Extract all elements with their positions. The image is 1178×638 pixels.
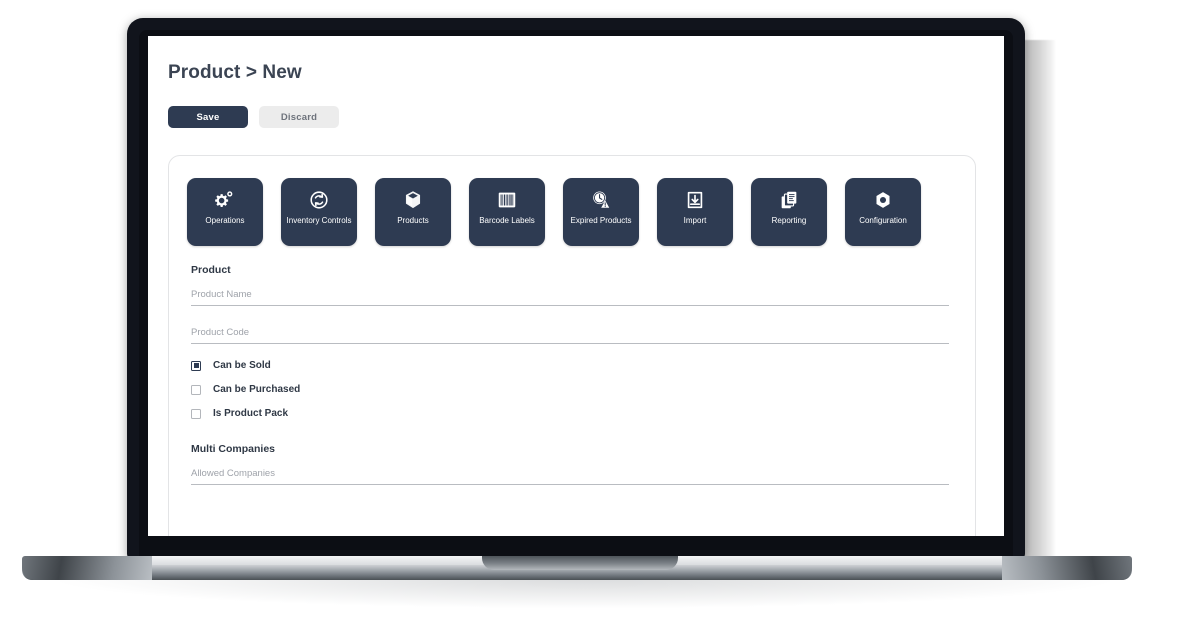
tile-label: Expired Products [570, 216, 632, 225]
tile-barcode-labels[interactable]: Barcode Labels [469, 178, 545, 246]
product-code-input[interactable] [191, 323, 949, 344]
can-be-purchased-checkbox[interactable] [191, 384, 201, 395]
product-name-input[interactable] [191, 285, 949, 306]
tile-label: Operations [205, 216, 245, 225]
checkbox-label: Can be Purchased [213, 384, 301, 395]
product-name-field[interactable] [191, 284, 957, 306]
tile-import[interactable]: Import [657, 178, 733, 246]
screenshot-stage: Product > New Save Discard Operations In… [0, 0, 1178, 638]
barcode-icon [495, 188, 519, 212]
sync-circle-icon [307, 188, 331, 212]
laptop-base-right-edge [1002, 556, 1132, 580]
download-tray-icon [683, 188, 707, 212]
page-title: Product > New [168, 62, 302, 83]
clock-warning-icon [589, 188, 613, 212]
app-page: Product > New Save Discard Operations In… [148, 36, 1004, 536]
laptop-side-shadow [1022, 40, 1056, 558]
product-flags-list: Can be Sold Can be Purchased Is Product … [191, 360, 957, 419]
module-tile-strip: Operations Inventory Controls Products B… [187, 178, 957, 246]
tile-inventory-controls[interactable]: Inventory Controls [281, 178, 357, 246]
laptop-screen: Product > New Save Discard Operations In… [148, 36, 1004, 536]
product-section-heading: Product [191, 264, 231, 276]
laptop-base-notch [482, 556, 678, 570]
checkbox-row-can-be-sold[interactable]: Can be Sold [191, 360, 957, 371]
tile-products[interactable]: Products [375, 178, 451, 246]
laptop-base-left-edge [22, 556, 152, 580]
checkbox-row-is-product-pack[interactable]: Is Product Pack [191, 408, 957, 419]
tile-label: Configuration [859, 216, 907, 225]
tile-label: Barcode Labels [479, 216, 535, 225]
laptop-ground-shadow [60, 578, 1110, 608]
hex-nut-icon [871, 188, 895, 212]
save-button[interactable]: Save [168, 106, 248, 128]
tile-operations[interactable]: Operations [187, 178, 263, 246]
product-code-field[interactable] [191, 322, 957, 344]
tile-expired-products[interactable]: Expired Products [563, 178, 639, 246]
discard-button[interactable]: Discard [259, 106, 339, 128]
tile-configuration[interactable]: Configuration [845, 178, 921, 246]
checkbox-label: Can be Sold [213, 360, 271, 371]
tile-label: Reporting [771, 216, 807, 225]
tile-reporting[interactable]: Reporting [751, 178, 827, 246]
action-button-row: Save Discard [168, 106, 980, 128]
allowed-companies-input[interactable] [191, 464, 949, 485]
multi-companies-heading: Multi Companies [191, 443, 276, 455]
is-product-pack-checkbox[interactable] [191, 408, 201, 419]
documents-stack-icon [777, 188, 801, 212]
can-be-sold-checkbox[interactable] [191, 360, 201, 371]
checkbox-label: Is Product Pack [213, 408, 289, 419]
tile-label: Inventory Controls [286, 216, 352, 225]
checkbox-row-can-be-purchased[interactable]: Can be Purchased [191, 384, 957, 395]
tile-label: Import [683, 216, 707, 225]
tile-label: Products [397, 216, 429, 225]
form-sheet: Operations Inventory Controls Products B… [168, 155, 976, 536]
gears-icon [213, 188, 237, 212]
allowed-companies-field[interactable] [191, 463, 957, 485]
cube-icon [401, 188, 425, 212]
